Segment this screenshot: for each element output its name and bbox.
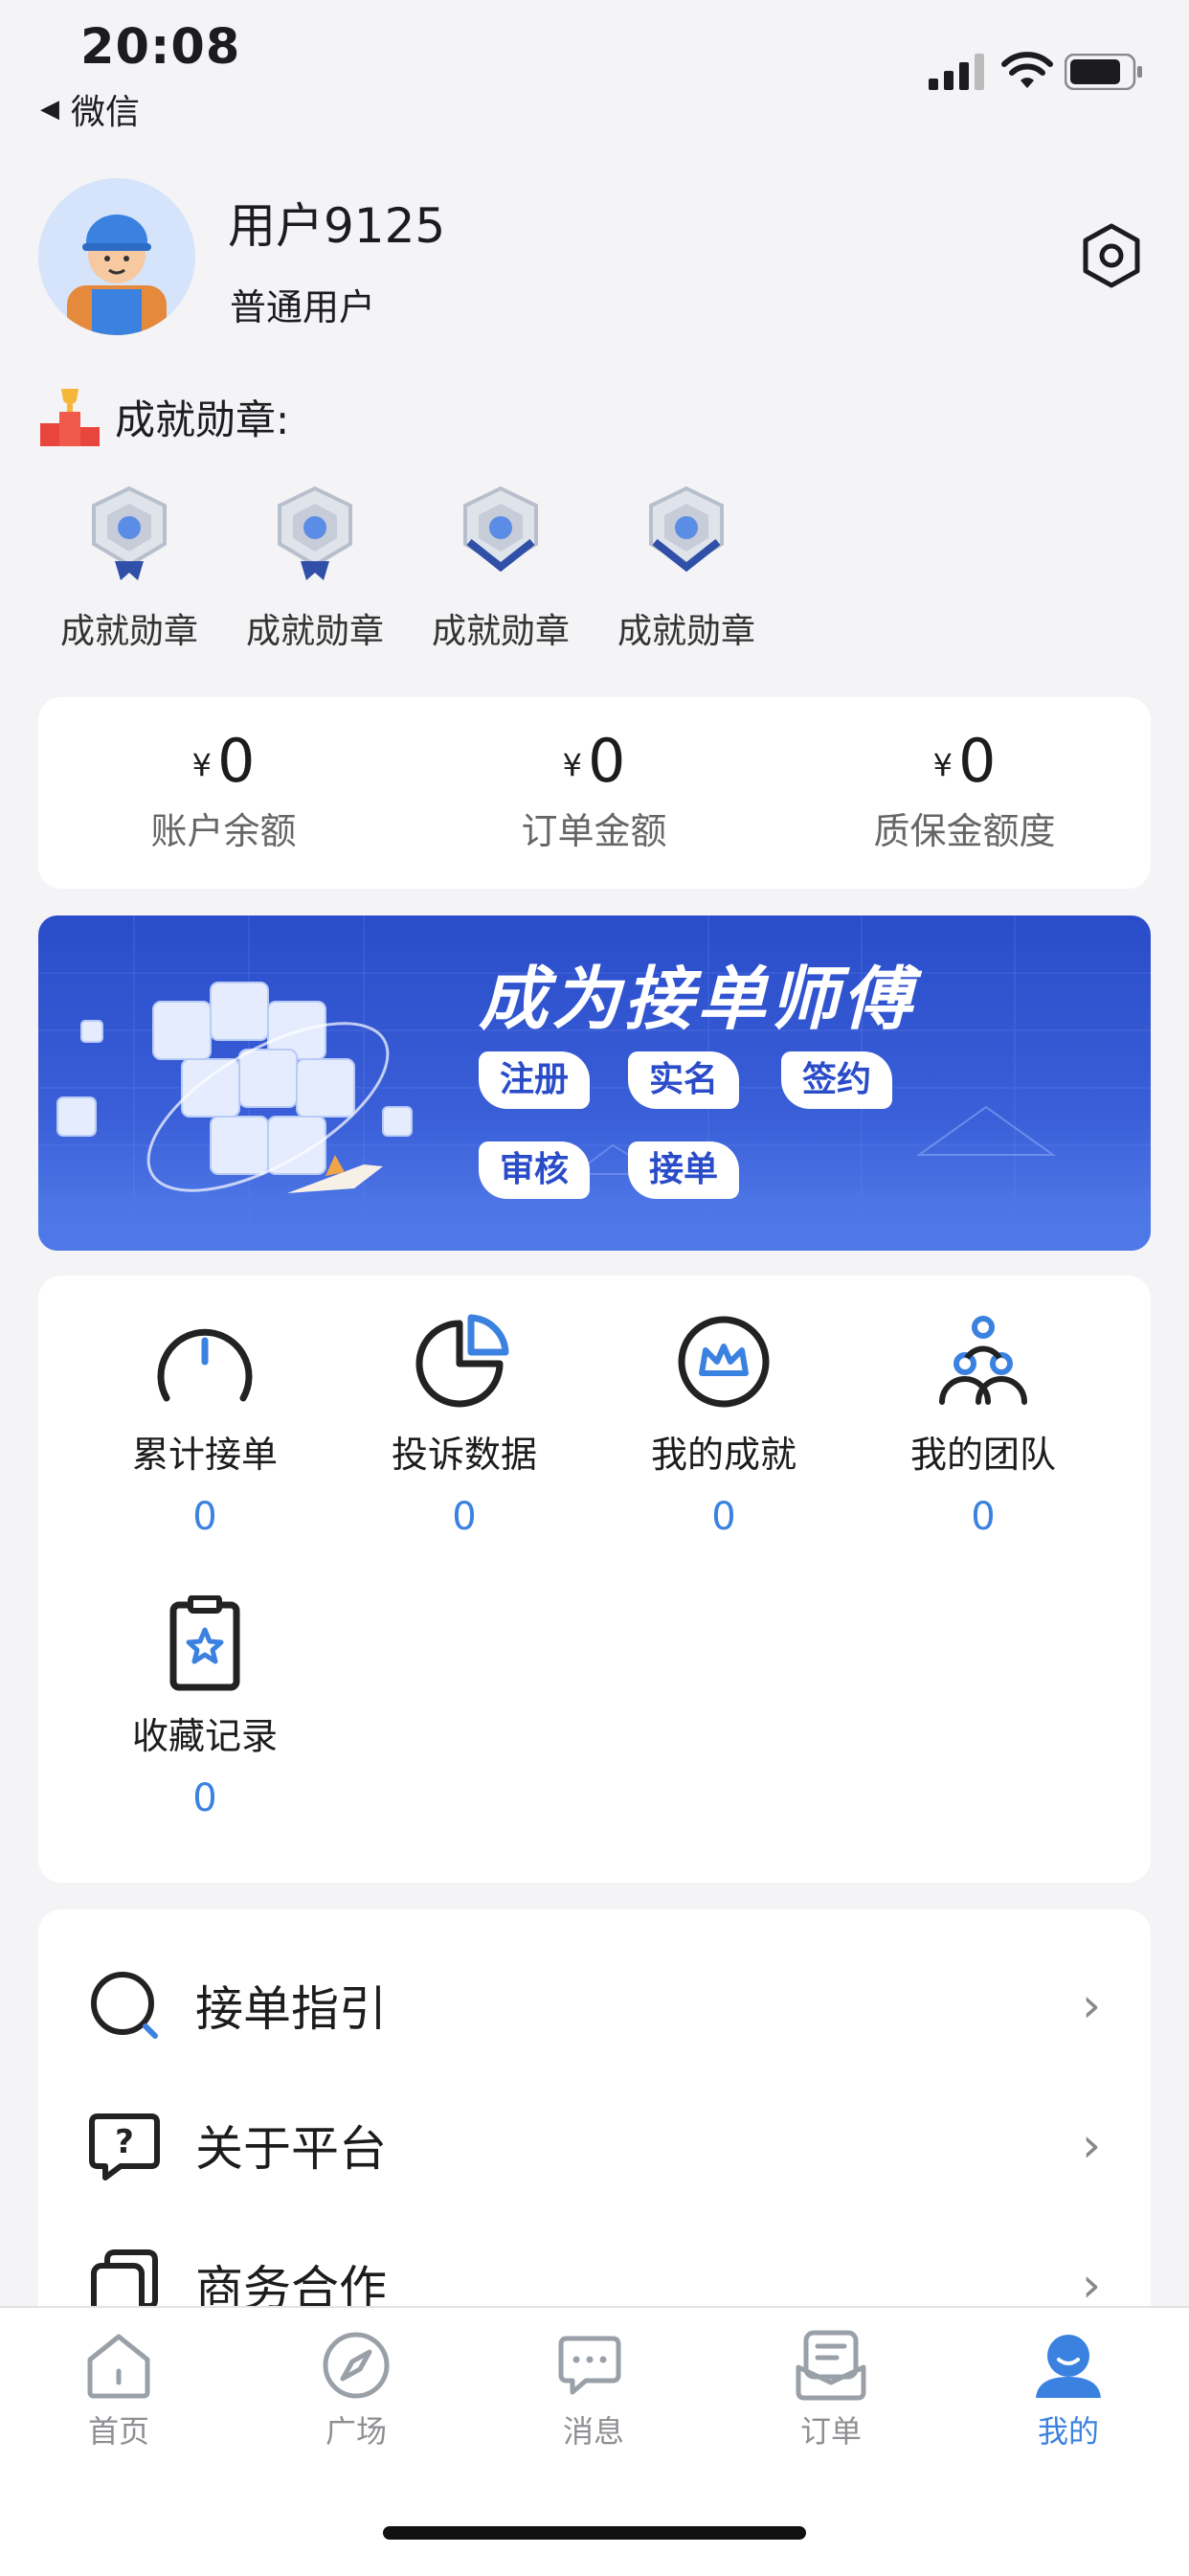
home-indicator xyxy=(383,2526,806,2540)
status-time: 20:08 xyxy=(80,19,241,76)
menu-list: 接单指引 › ? 关于平台 › 商务合作 › xyxy=(38,1909,1151,2350)
battery-icon xyxy=(1065,54,1142,90)
settings-hexagon-icon[interactable] xyxy=(1078,222,1145,289)
step-chip: 实名 xyxy=(628,1051,740,1109)
gauge-icon xyxy=(157,1328,253,1402)
currency-symbol: ¥ xyxy=(932,747,953,783)
silver-badge-icon xyxy=(278,486,352,580)
message-icon xyxy=(558,2336,621,2395)
stat-label: 账户余额 xyxy=(150,810,297,852)
menu-item-about[interactable]: ? 关于平台 › xyxy=(88,2097,1101,2193)
worker-avatar-icon xyxy=(38,178,195,335)
user-role: 普通用户 xyxy=(230,286,376,328)
feature-label: 我的团队 xyxy=(909,1434,1056,1476)
feature-count: 0 xyxy=(452,1495,477,1539)
stat-label: 订单金额 xyxy=(521,810,667,852)
medal-label: 成就勋章 xyxy=(245,612,384,651)
tab-messages[interactable]: 消息 xyxy=(475,2329,712,2452)
silver-badge-icon xyxy=(649,486,724,573)
question-chat-icon: ? xyxy=(89,2113,160,2181)
back-arrow-icon: ◀ xyxy=(40,95,59,124)
feature-count: 0 xyxy=(192,1495,217,1539)
feature-label: 投诉数据 xyxy=(391,1434,537,1476)
chevron-right-icon: › xyxy=(1082,1977,1101,2033)
back-to-wechat[interactable]: ◀ 微信 xyxy=(40,84,140,134)
medal-label: 成就勋章 xyxy=(59,612,198,651)
wifi-icon xyxy=(1001,52,1053,88)
tab-label: 订单 xyxy=(799,2413,862,2450)
team-icon xyxy=(939,1316,1027,1405)
back-label: 微信 xyxy=(71,93,141,132)
clipboard-star-icon xyxy=(169,1595,240,1691)
stat-value: 0 xyxy=(216,726,256,796)
feature-label: 我的成就 xyxy=(650,1434,796,1476)
menu-label: 关于平台 xyxy=(195,2121,387,2177)
tab-label: 首页 xyxy=(87,2413,149,2450)
feature-count: 0 xyxy=(192,1776,217,1820)
medal-label: 成就勋章 xyxy=(431,612,570,651)
home-icon xyxy=(87,2334,150,2399)
step-chip: 注册 xyxy=(479,1051,591,1109)
medal-item[interactable]: 成就勋章 xyxy=(605,485,768,653)
medal-item[interactable]: 成就勋章 xyxy=(419,485,582,653)
tab-label: 消息 xyxy=(562,2413,624,2450)
banner-title: 成为接单师傅 xyxy=(479,959,916,1039)
feature-count: 0 xyxy=(711,1495,736,1539)
stat-order-amount[interactable]: ¥0 订单金额 xyxy=(409,726,779,854)
avatar[interactable] xyxy=(38,178,195,335)
menu-item-order-guide[interactable]: 接单指引 › xyxy=(88,1957,1101,2053)
medal-list: 成就勋章 成就勋章 成就勋章 成就勋章 xyxy=(38,485,804,657)
currency-symbol: ¥ xyxy=(562,747,582,783)
step-chip: 接单 xyxy=(628,1141,740,1199)
stat-value: 0 xyxy=(957,726,997,796)
username: 用户9125 xyxy=(228,198,446,254)
signal-icon xyxy=(929,54,984,90)
tab-mine[interactable]: 我的 xyxy=(950,2329,1187,2452)
silver-badge-icon xyxy=(463,486,538,573)
feature-total-orders[interactable]: 累计接单 0 xyxy=(76,1314,334,1539)
chevron-right-icon: › xyxy=(1082,2117,1101,2173)
tab-home[interactable]: 首页 xyxy=(0,2329,237,2452)
medal-label: 成就勋章 xyxy=(617,612,755,651)
currency-symbol: ¥ xyxy=(191,747,212,783)
feature-achievements[interactable]: 我的成就 0 xyxy=(594,1314,853,1539)
feature-complaints[interactable]: 投诉数据 0 xyxy=(335,1314,594,1539)
silver-badge-icon xyxy=(92,486,167,580)
tab-orders[interactable]: 订单 xyxy=(712,2329,950,2452)
step-chip: 签约 xyxy=(781,1051,893,1109)
stat-value: 0 xyxy=(587,726,626,796)
trophy-podium-icon xyxy=(40,389,100,446)
order-icon xyxy=(796,2330,866,2401)
feature-my-team[interactable]: 我的团队 0 xyxy=(854,1314,1112,1539)
medal-section-title: 成就勋章: xyxy=(38,385,289,448)
feature-grid: 累计接单 0 投诉数据 0 我的成就 0 我的团队 0 收藏记录 0 xyxy=(38,1276,1151,1883)
medal-item[interactable]: 成就勋章 xyxy=(48,485,211,653)
pie-chart-icon xyxy=(415,1314,509,1408)
step-chip: 审核 xyxy=(479,1141,591,1199)
search-icon xyxy=(91,1972,158,2039)
stat-label: 质保金额度 xyxy=(873,810,1056,852)
feature-favorites[interactable]: 收藏记录 0 xyxy=(76,1595,334,1820)
chevron-right-icon: › xyxy=(1082,2257,1101,2313)
svg-text:?: ? xyxy=(115,2123,134,2161)
crown-icon xyxy=(678,1316,770,1408)
tab-square[interactable]: 广场 xyxy=(237,2329,475,2452)
tab-label: 我的 xyxy=(1037,2413,1099,2450)
feature-label: 收藏记录 xyxy=(131,1715,278,1757)
menu-label: 接单指引 xyxy=(195,1981,387,2037)
profile-icon xyxy=(1036,2335,1101,2398)
account-stats-card: ¥0 账户余额 ¥0 订单金额 ¥0 质保金额度 xyxy=(38,697,1151,889)
feature-label: 累计接单 xyxy=(131,1434,278,1476)
medal-item[interactable]: 成就勋章 xyxy=(234,485,396,653)
compass-icon xyxy=(323,2332,390,2399)
medal-title-text: 成就勋章: xyxy=(115,395,290,443)
stat-warranty-amount[interactable]: ¥0 质保金额度 xyxy=(779,726,1150,854)
tab-label: 广场 xyxy=(325,2413,387,2450)
feature-count: 0 xyxy=(971,1495,996,1539)
stat-balance[interactable]: ¥0 账户余额 xyxy=(38,726,409,854)
become-worker-banner[interactable]: 成为接单师傅 注册 实名 签约 审核 接单 xyxy=(38,915,1151,1251)
